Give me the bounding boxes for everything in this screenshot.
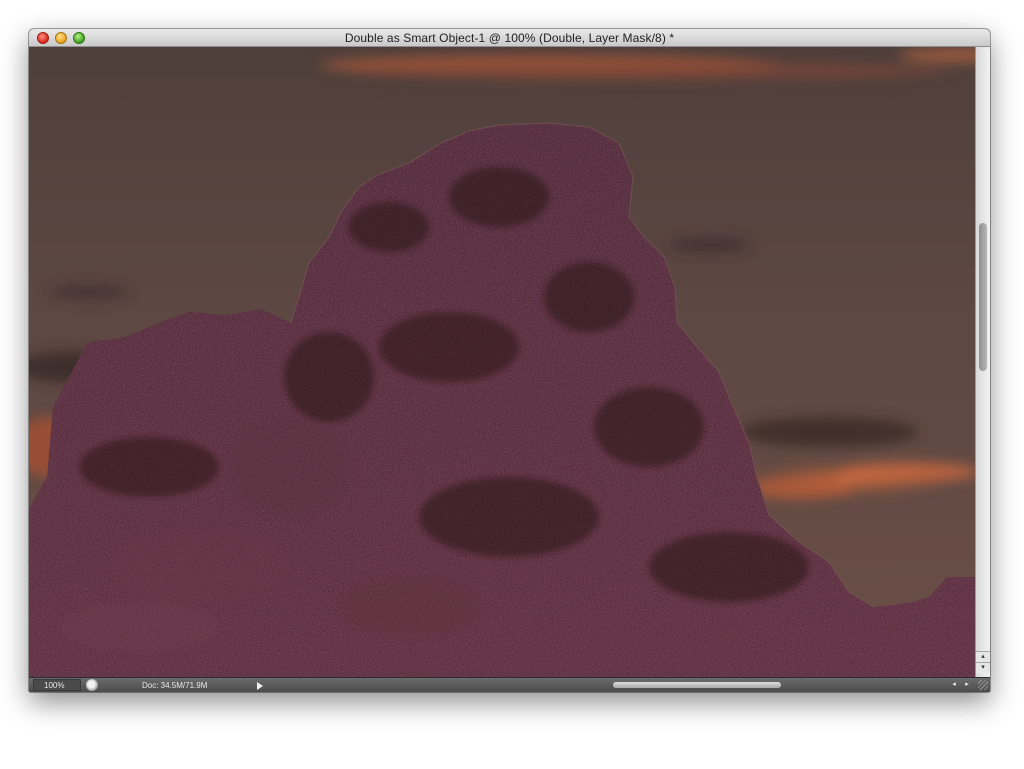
- horizontal-scrollbar[interactable]: [297, 679, 947, 691]
- resize-grip-icon[interactable]: [978, 680, 988, 690]
- canvas-image: [29, 47, 975, 677]
- document-info-icon[interactable]: [86, 679, 98, 691]
- scroll-down-arrow[interactable]: ▾: [976, 662, 990, 673]
- zoom-level-field[interactable]: 100%: [33, 679, 81, 691]
- scroll-left-arrow[interactable]: ◂: [949, 680, 959, 690]
- vertical-scroll-thumb[interactable]: [979, 223, 987, 371]
- image-canvas[interactable]: [29, 47, 975, 677]
- document-size-info: Doc: 34.5M/71.9M: [142, 681, 208, 690]
- scroll-right-arrow[interactable]: ▸: [962, 680, 972, 690]
- status-menu-arrow-icon[interactable]: [257, 682, 263, 690]
- title-bar[interactable]: Double as Smart Object-1 @ 100% (Double,…: [29, 29, 990, 47]
- vertical-scrollbar[interactable]: ▴ ▾: [975, 47, 990, 677]
- horizontal-scroll-thumb[interactable]: [613, 682, 781, 688]
- document-window: Double as Smart Object-1 @ 100% (Double,…: [29, 29, 990, 692]
- scroll-up-arrow[interactable]: ▴: [976, 651, 990, 662]
- status-bar: 100% Doc: 34.5M/71.9M ◂ ▸: [29, 677, 990, 692]
- window-title: Double as Smart Object-1 @ 100% (Double,…: [344, 31, 675, 45]
